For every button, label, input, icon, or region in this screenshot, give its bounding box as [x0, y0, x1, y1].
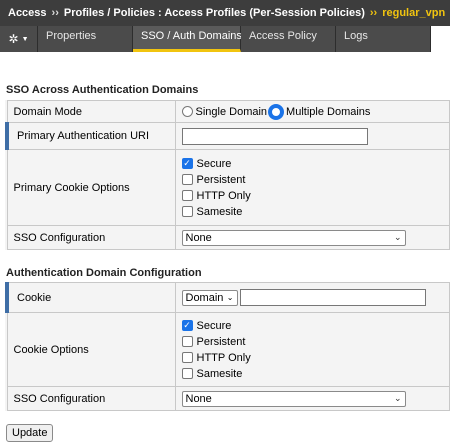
tab-strip: ✲ ▼ Properties SSO / Auth Domains Access … — [0, 26, 450, 52]
tab-sso-auth-domains[interactable]: SSO / Auth Domains — [133, 26, 242, 52]
breadcrumb-separator: ›› — [369, 7, 378, 19]
cookie-domain-input[interactable] — [239, 289, 426, 306]
persistent-label: Persistent — [196, 335, 246, 348]
breadcrumb-item-access[interactable]: Access — [8, 7, 47, 19]
persistent-checkbox[interactable] — [181, 336, 193, 347]
breadcrumb-separator: ›› — [51, 7, 59, 19]
auth-domain-table: Cookie Domain ⌄ Cookie Options ✓ Secure P… — [5, 282, 450, 411]
primary-secure-checkbox[interactable]: ✓ — [181, 158, 193, 169]
secure-label: Secure — [196, 319, 232, 332]
settings-menu-button[interactable]: ✲ ▼ — [0, 26, 38, 52]
primary-cookie-options-row: Primary Cookie Options ✓ Secure Persisten… — [6, 149, 450, 226]
tab-logs[interactable]: Logs — [336, 26, 431, 52]
breadcrumb: Access ›› Profiles / Policies : Access P… — [0, 0, 450, 26]
chevron-down-icon: ⌄ — [226, 293, 234, 302]
primary-http-only-label: HTTP Only — [196, 189, 251, 202]
sso-configuration-row: SSO Configuration None ⌄ — [6, 225, 450, 250]
primary-persistent-label: Persistent — [196, 173, 246, 186]
gear-icon: ✲ — [8, 32, 19, 46]
primary-samesite-checkbox[interactable] — [181, 206, 193, 217]
tab-access-policy[interactable]: Access Policy — [241, 26, 336, 52]
secure-checkbox[interactable]: ✓ — [181, 320, 193, 331]
breadcrumb-current: regular_vpn — [382, 7, 446, 19]
primary-secure-label: Secure — [196, 157, 232, 170]
primary-auth-uri-label: Primary Authentication URI — [5, 122, 176, 150]
single-domain-radio[interactable] — [181, 106, 193, 117]
domain-sso-configuration-value: None — [185, 392, 212, 405]
cookie-label: Cookie — [5, 282, 176, 313]
samesite-label: Samesite — [196, 367, 243, 380]
breadcrumb-item-profiles[interactable]: Profiles / Policies : Access Profiles (P… — [64, 7, 365, 19]
domain-sso-configuration-label: SSO Configuration — [6, 386, 176, 411]
sso-configuration-select[interactable]: None ⌄ — [181, 229, 406, 246]
single-domain-label[interactable]: Single Domain — [196, 106, 268, 118]
samesite-checkbox[interactable] — [181, 368, 193, 379]
domain-mode-label: Domain Mode — [6, 100, 176, 123]
multiple-domains-label[interactable]: Multiple Domains — [286, 106, 370, 118]
multiple-domains-radio[interactable] — [269, 104, 284, 119]
chevron-down-icon: ⌄ — [393, 232, 402, 242]
cookie-type-value: Domain — [185, 291, 224, 304]
cookie-options-row: Cookie Options ✓ Secure Persistent HTTP O… — [6, 312, 450, 387]
domain-mode-row: Domain Mode Single Domain Multiple Domai… — [6, 100, 450, 123]
tab-properties[interactable]: Properties — [38, 26, 133, 52]
primary-http-only-checkbox[interactable] — [181, 190, 193, 201]
section-title-auth-domain: Authentication Domain Configuration — [6, 267, 202, 279]
http-only-checkbox[interactable] — [181, 352, 193, 363]
sso-settings-table: Domain Mode Single Domain Multiple Domai… — [5, 100, 450, 250]
http-only-label: HTTP Only — [196, 351, 251, 364]
chevron-down-icon: ⌄ — [393, 393, 402, 403]
domain-sso-configuration-row: SSO Configuration None ⌄ — [6, 386, 450, 411]
section-title-sso: SSO Across Authentication Domains — [6, 84, 199, 96]
cookie-row: Cookie Domain ⌄ — [5, 282, 450, 313]
primary-auth-uri-input[interactable] — [181, 127, 368, 145]
chevron-down-icon: ▼ — [21, 35, 29, 43]
update-button[interactable]: Update — [6, 424, 54, 442]
sso-configuration-value: None — [185, 231, 212, 244]
primary-persistent-checkbox[interactable] — [181, 174, 193, 185]
sso-configuration-label: SSO Configuration — [6, 225, 176, 250]
primary-cookie-options-label: Primary Cookie Options — [6, 149, 176, 226]
primary-samesite-label: Samesite — [196, 205, 243, 218]
primary-auth-uri-row: Primary Authentication URI — [5, 122, 450, 150]
cookie-type-select[interactable]: Domain ⌄ — [181, 289, 238, 306]
domain-sso-configuration-select[interactable]: None ⌄ — [181, 390, 406, 407]
cookie-options-label: Cookie Options — [6, 312, 176, 387]
